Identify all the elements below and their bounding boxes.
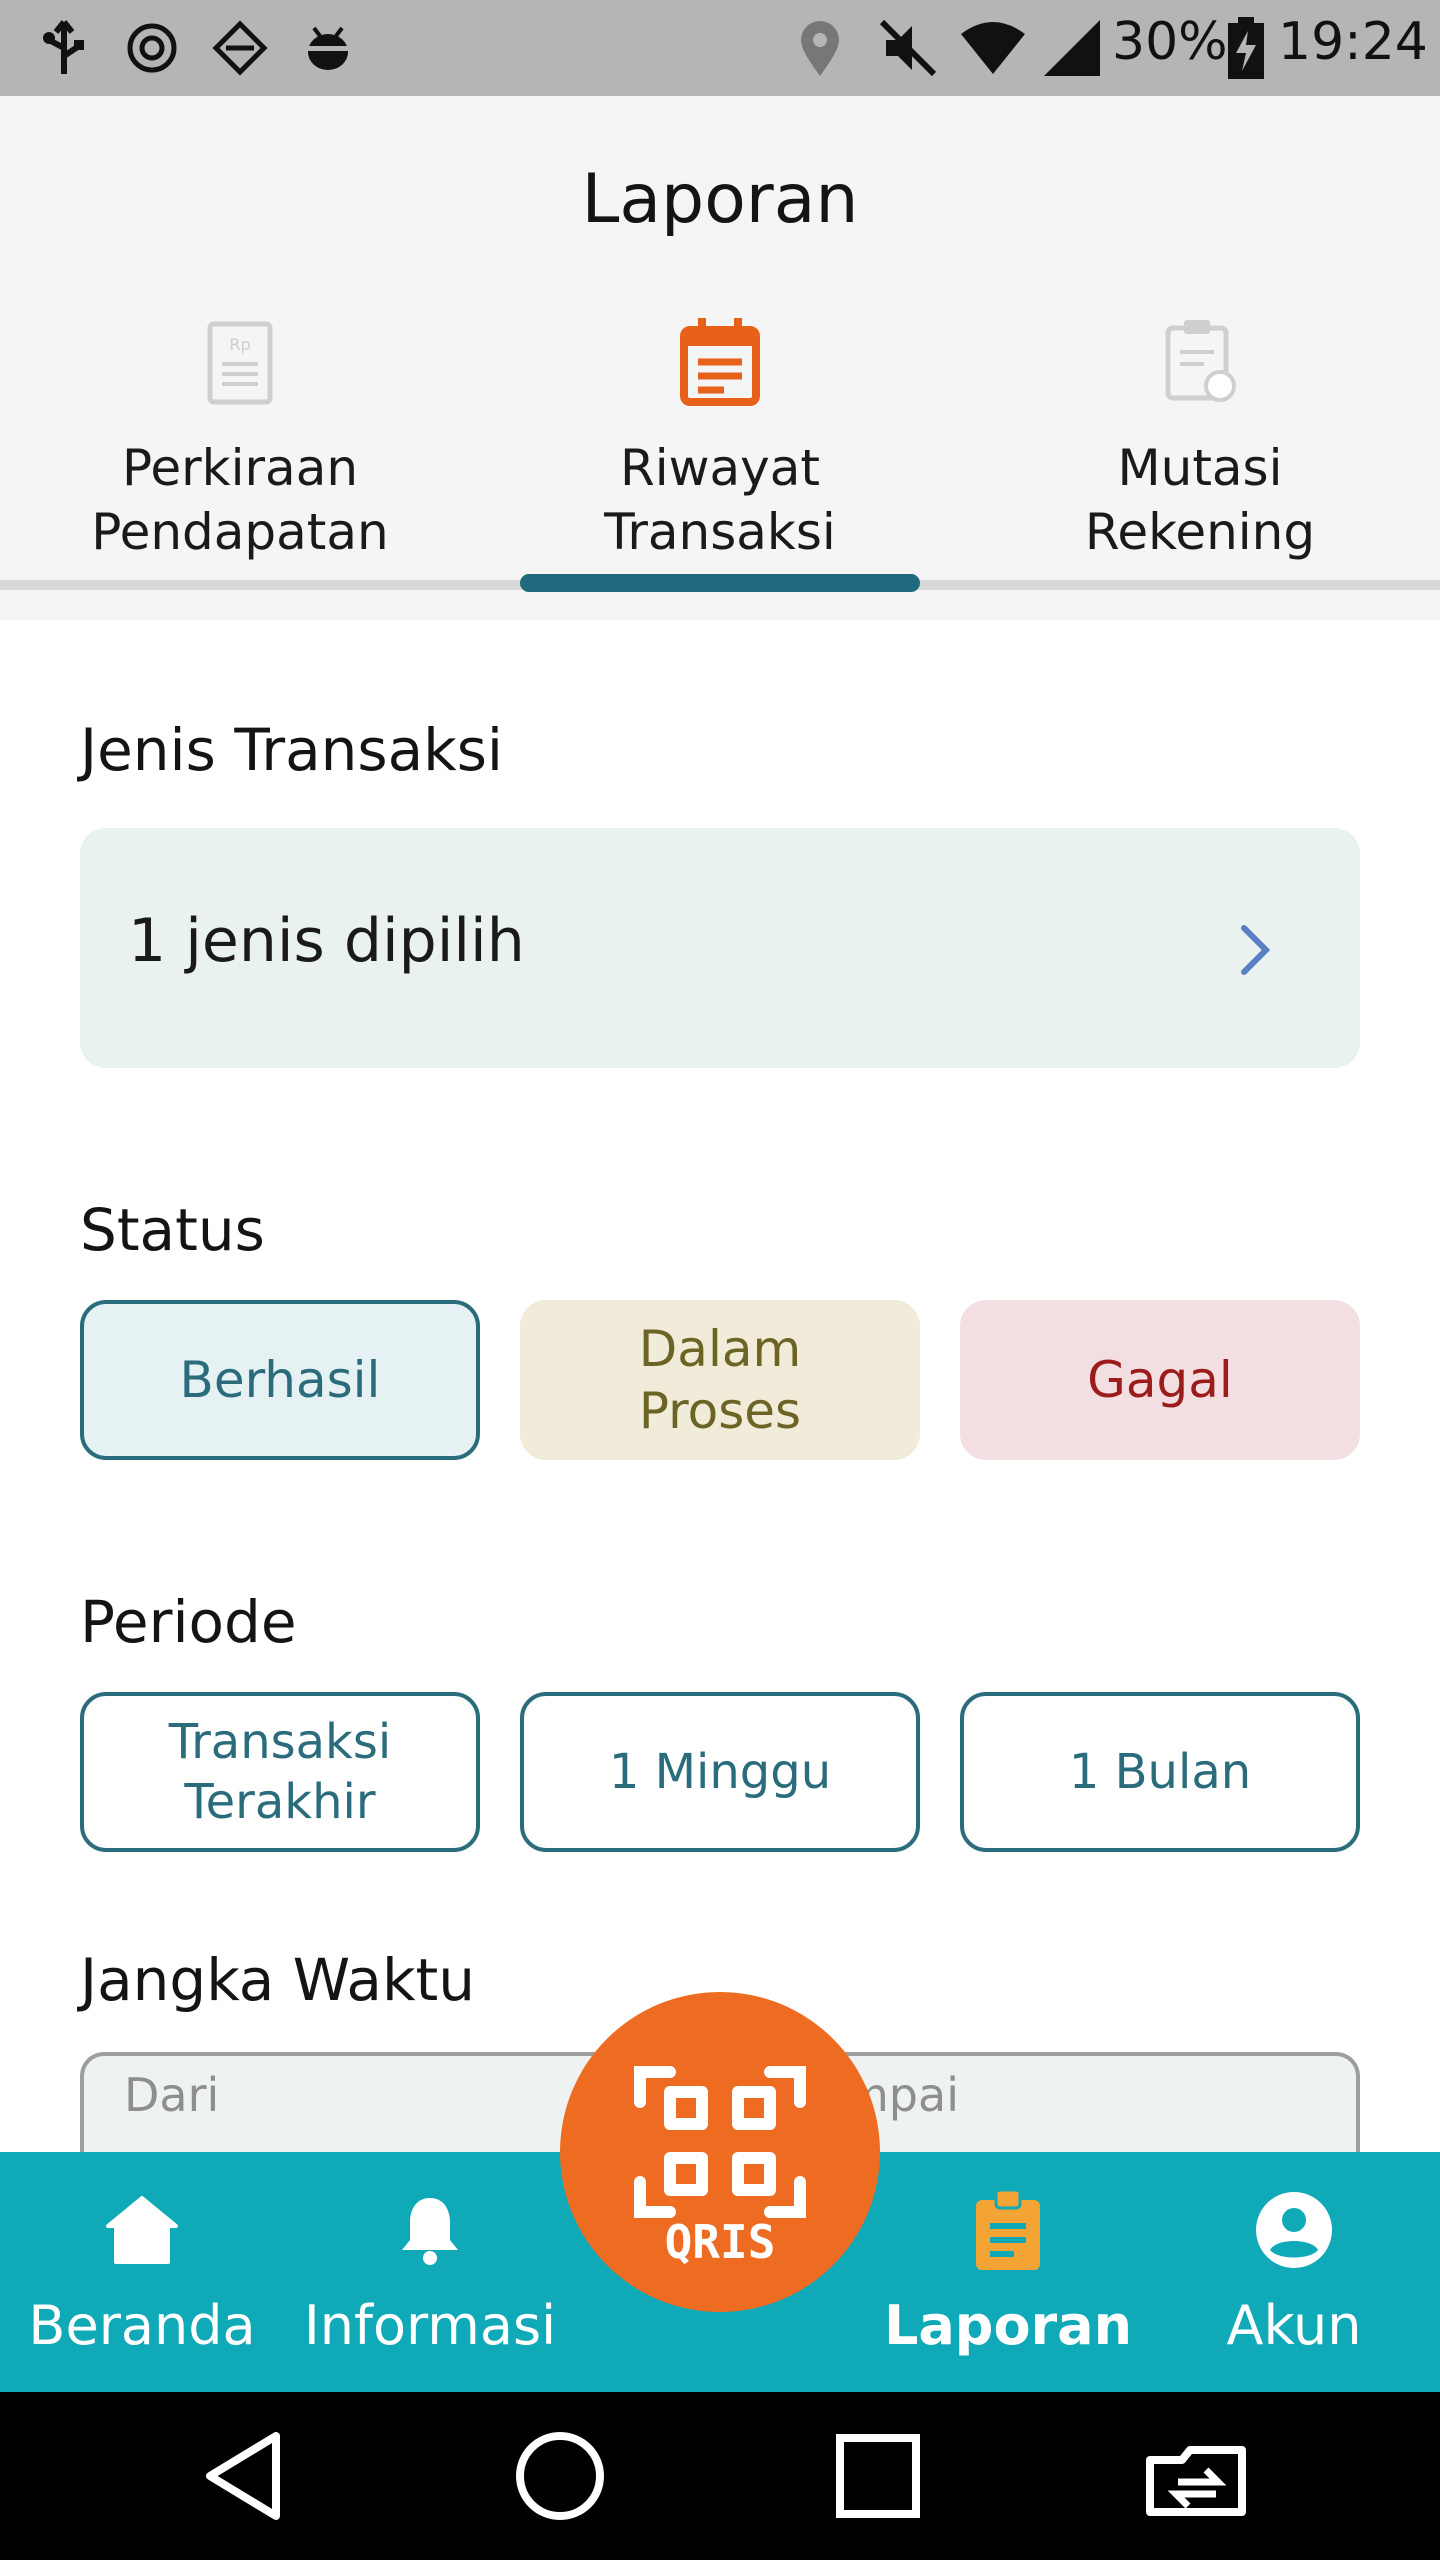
jangka-waktu-label: Jangka Waktu: [80, 1946, 476, 2014]
battery-charging-icon: [1226, 17, 1266, 79]
back-triangle-icon[interactable]: [196, 2426, 296, 2526]
wifi-icon: [958, 18, 1028, 78]
nav-beranda[interactable]: Beranda: [0, 2152, 284, 2392]
status-label: Status: [80, 1196, 265, 1264]
qris-label: QRIS: [665, 2215, 776, 2269]
system-navigation-bar: [0, 2392, 1440, 2560]
tab-label: Riwayat Transaksi: [604, 439, 836, 561]
qris-logo-icon: QRIS: [634, 2066, 806, 2269]
nav-label: Beranda: [28, 2294, 256, 2357]
invoice-rp-icon: Rp: [200, 316, 280, 406]
tab-label: Mutasi Rekening: [1084, 439, 1316, 561]
tab-perkiraan-pendapatan[interactable]: Rp Perkiraan Pendapatan: [20, 316, 460, 576]
clipboard-transfer-icon: [1160, 316, 1240, 406]
tab-label: Perkiraan Pendapatan: [91, 439, 389, 561]
jenis-transaksi-select[interactable]: 1 jenis dipilih: [80, 828, 1360, 1068]
chevron-right-icon: [1224, 920, 1284, 980]
switch-app-icon[interactable]: [1142, 2426, 1246, 2526]
periode-1-bulan-chip[interactable]: 1 Bulan: [960, 1692, 1360, 1852]
report-header: Laporan Rp Perkiraan Pendapatan Riwayat …: [0, 96, 1440, 620]
signal-icon: [1040, 18, 1104, 78]
svg-text:Rp: Rp: [229, 335, 250, 354]
mute-icon: [876, 18, 940, 78]
battery-percent: 30%: [1112, 12, 1228, 72]
tab-mutasi-rekening[interactable]: Mutasi Rekening: [980, 316, 1420, 576]
nav-laporan[interactable]: Laporan: [866, 2152, 1150, 2392]
periode-label: Periode: [80, 1588, 297, 1656]
home-icon: [100, 2188, 184, 2272]
recents-square-icon[interactable]: [828, 2426, 928, 2526]
bell-icon: [388, 2188, 472, 2272]
nav-label: Akun: [1226, 2294, 1362, 2357]
status-bar: 30% 19:24: [0, 0, 1440, 96]
report-clipboard-icon: [966, 2188, 1050, 2272]
home-circle-icon[interactable]: [510, 2426, 610, 2526]
active-tab-indicator: [520, 574, 920, 592]
account-icon: [1252, 2188, 1336, 2272]
status-gagal-chip[interactable]: Gagal: [960, 1300, 1360, 1460]
settings-gear-icon: [122, 18, 182, 78]
jenis-transaksi-value: 1 jenis dipilih: [128, 906, 525, 976]
clock: 19:24: [1278, 12, 1428, 72]
calendar-list-icon: [680, 316, 760, 406]
jenis-transaksi-label: Jenis Transaksi: [80, 716, 504, 784]
from-date-placeholder[interactable]: Dari: [124, 2068, 219, 2122]
tab-riwayat-transaksi[interactable]: Riwayat Transaksi: [500, 316, 940, 576]
nav-label: Informasi: [303, 2294, 557, 2357]
periode-1-minggu-chip[interactable]: 1 Minggu: [520, 1692, 920, 1852]
status-dalam-proses-chip[interactable]: Dalam Proses: [520, 1300, 920, 1460]
qris-scan-button[interactable]: QRIS: [560, 1992, 880, 2312]
location-icon: [790, 18, 850, 78]
nav-akun[interactable]: Akun: [1152, 2152, 1436, 2392]
status-berhasil-chip[interactable]: Berhasil: [80, 1300, 480, 1460]
periode-transaksi-terakhir-chip[interactable]: Transaksi Terakhir: [80, 1692, 480, 1852]
page-title: Laporan: [581, 160, 859, 239]
gallery-icon: [210, 18, 270, 78]
nav-label: Laporan: [883, 2294, 1133, 2357]
usb-icon: [36, 18, 92, 78]
nav-informasi[interactable]: Informasi: [288, 2152, 572, 2392]
android-debug-icon: [298, 18, 358, 78]
